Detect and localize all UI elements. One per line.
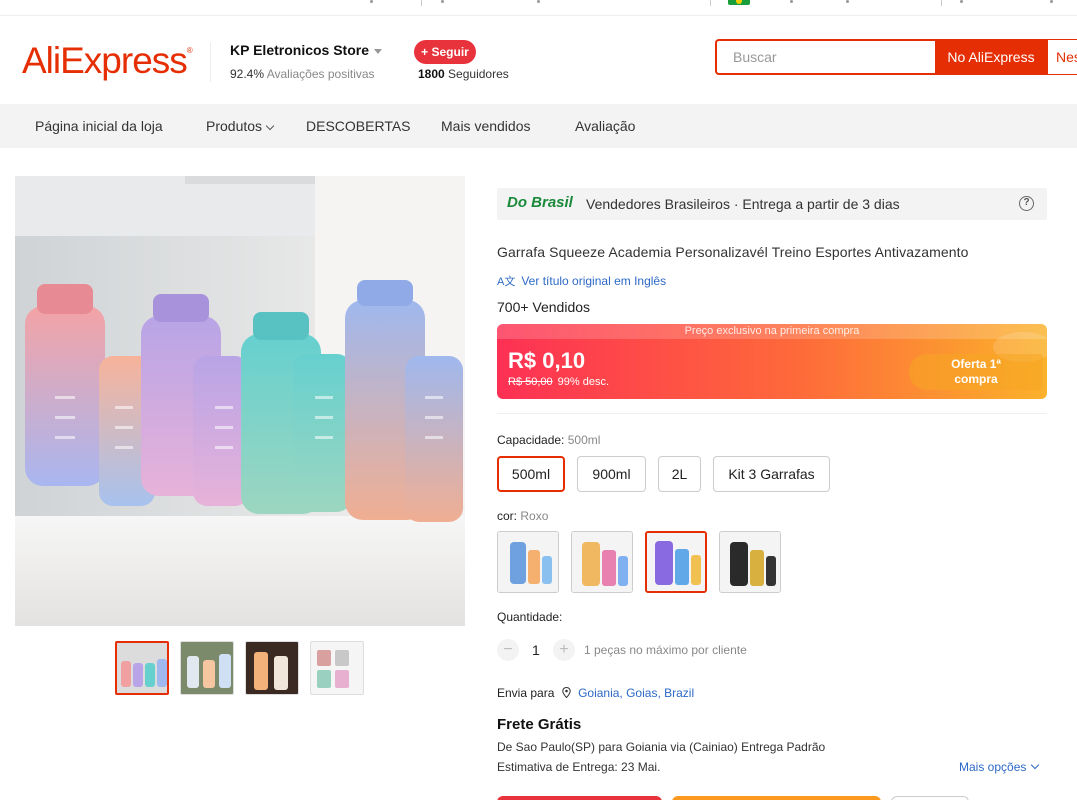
nav-item-home[interactable]: Página inicial da loja [35,104,163,148]
ship-to: Envia para Goiania, Goias, Brazil [497,686,695,700]
capacity-option-900ml[interactable]: 900ml [577,456,646,492]
color-swatch[interactable] [571,531,633,593]
color-swatch[interactable] [719,531,781,593]
price-card: Preço exclusivo na primeira compra R$ 0,… [497,324,1047,399]
product-thumbnail[interactable] [310,641,364,695]
nav-item-discoveries[interactable]: DESCOBERTAS [306,104,411,148]
search-store-button[interactable]: Nesta loja [1047,39,1077,75]
delivery-estimate: Estimativa de Entrega: 23 Mai. [497,760,661,774]
product-thumbnail[interactable] [180,641,234,695]
capacity-option-kit[interactable]: Kit 3 Garrafas [713,456,830,492]
shipping-route: De Sao Paulo(SP) para Goiania via (Caini… [497,740,826,754]
color-label: cor: Roxo [497,509,549,523]
brazil-flag-icon[interactable] [728,0,750,5]
bottles-thumbnail-image [117,643,167,693]
translate-link[interactable]: A文 Ver título original em Inglês [497,273,666,289]
quantity-label: Quantidade: [497,610,563,624]
bottles-thumbnail-image [181,642,233,694]
header-divider [210,42,211,82]
divider [497,413,1047,414]
translate-icon: A文 [497,276,516,288]
nav-item-products[interactable]: Produtos [206,104,275,148]
top-bar-divider [941,0,942,6]
quantity-value[interactable]: 1 [532,642,540,658]
bottles-thumbnail-image [311,642,363,694]
color-swatch[interactable] [497,531,559,593]
swatch-image [720,532,780,592]
quantity-decrease-button[interactable]: − [497,639,519,661]
product-title: Garrafa Squeeze Academia Personalizavél … [497,244,969,260]
do-brasil-tag: Do Brasil [507,194,573,211]
nav-item-best-sellers[interactable]: Mais vendidos [441,104,531,148]
chevron-down-icon [1031,760,1040,770]
chevron-down-icon [265,121,275,131]
store-name[interactable]: KP Eletronicos Store [230,42,383,58]
color-swatch-selected[interactable] [645,531,707,593]
quantity-increase-button[interactable]: + [553,639,575,661]
followers-count: 1800 Seguidores [418,67,509,81]
shipping-title: Frete Grátis [497,716,582,733]
top-bar-dot [960,0,963,3]
top-bar-dot [441,0,444,3]
top-utility-bar [0,0,1077,16]
top-bar-dot [790,0,793,3]
nav-item-reviews[interactable]: Avaliação [575,104,635,148]
current-price: R$ 0,10 [508,348,586,373]
top-bar-dot [1050,0,1053,3]
quantity-limit-note: 1 peças no máximo por cliente [584,643,747,657]
product-thumbnail[interactable] [115,641,169,695]
more-options-link[interactable]: Mais opções [959,760,1040,774]
top-bar-dot [370,0,373,3]
swatch-image [498,532,558,592]
ship-to-location[interactable]: Goiania, Goias, Brazil [578,686,694,700]
water-bottles-photo [15,176,465,626]
first-purchase-offer[interactable]: Oferta 1ª compra [909,354,1043,390]
capacity-option-2l[interactable]: 2L [658,456,701,492]
follow-button[interactable]: + Seguir [414,40,476,64]
add-to-cart-button[interactable] [672,796,881,800]
do-brasil-banner: Do Brasil Vendedores Brasileiros · Entre… [497,188,1047,220]
price-strip: Preço exclusivo na primeira compra [497,324,1047,339]
buy-now-button[interactable] [497,796,662,800]
search-input[interactable]: Buscar [715,39,937,75]
top-bar-divider [421,0,422,6]
product-main-image[interactable] [15,176,465,626]
do-brasil-text: Vendedores Brasileiros · Entrega a parti… [586,196,900,212]
chevron-down-icon [374,48,383,54]
wishlist-button[interactable] [891,796,969,800]
store-nav: Página inicial da loja Produtos DESCOBER… [0,104,1077,148]
top-bar-dot [846,0,849,3]
top-bar-dot [537,0,540,3]
store-rating: 92.4% Avaliações positivas [230,67,375,81]
aliexpress-logo[interactable]: AliExpress® [22,40,193,82]
product-thumbnail[interactable] [245,641,299,695]
swatch-image [572,532,632,592]
swatch-image [647,533,705,591]
bottles-thumbnail-image [246,642,298,694]
capacity-option-500ml[interactable]: 500ml [497,456,565,492]
old-price: R$ 50,00 99% desc. [508,376,610,388]
search-aliexpress-button[interactable]: No AliExpress [935,39,1047,75]
location-pin-icon [562,687,571,698]
sold-count: 700+ Vendidos [497,299,591,315]
capacity-label: Capacidade: 500ml [497,433,601,447]
top-bar-divider [710,0,711,6]
help-icon[interactable]: ? [1019,196,1034,211]
